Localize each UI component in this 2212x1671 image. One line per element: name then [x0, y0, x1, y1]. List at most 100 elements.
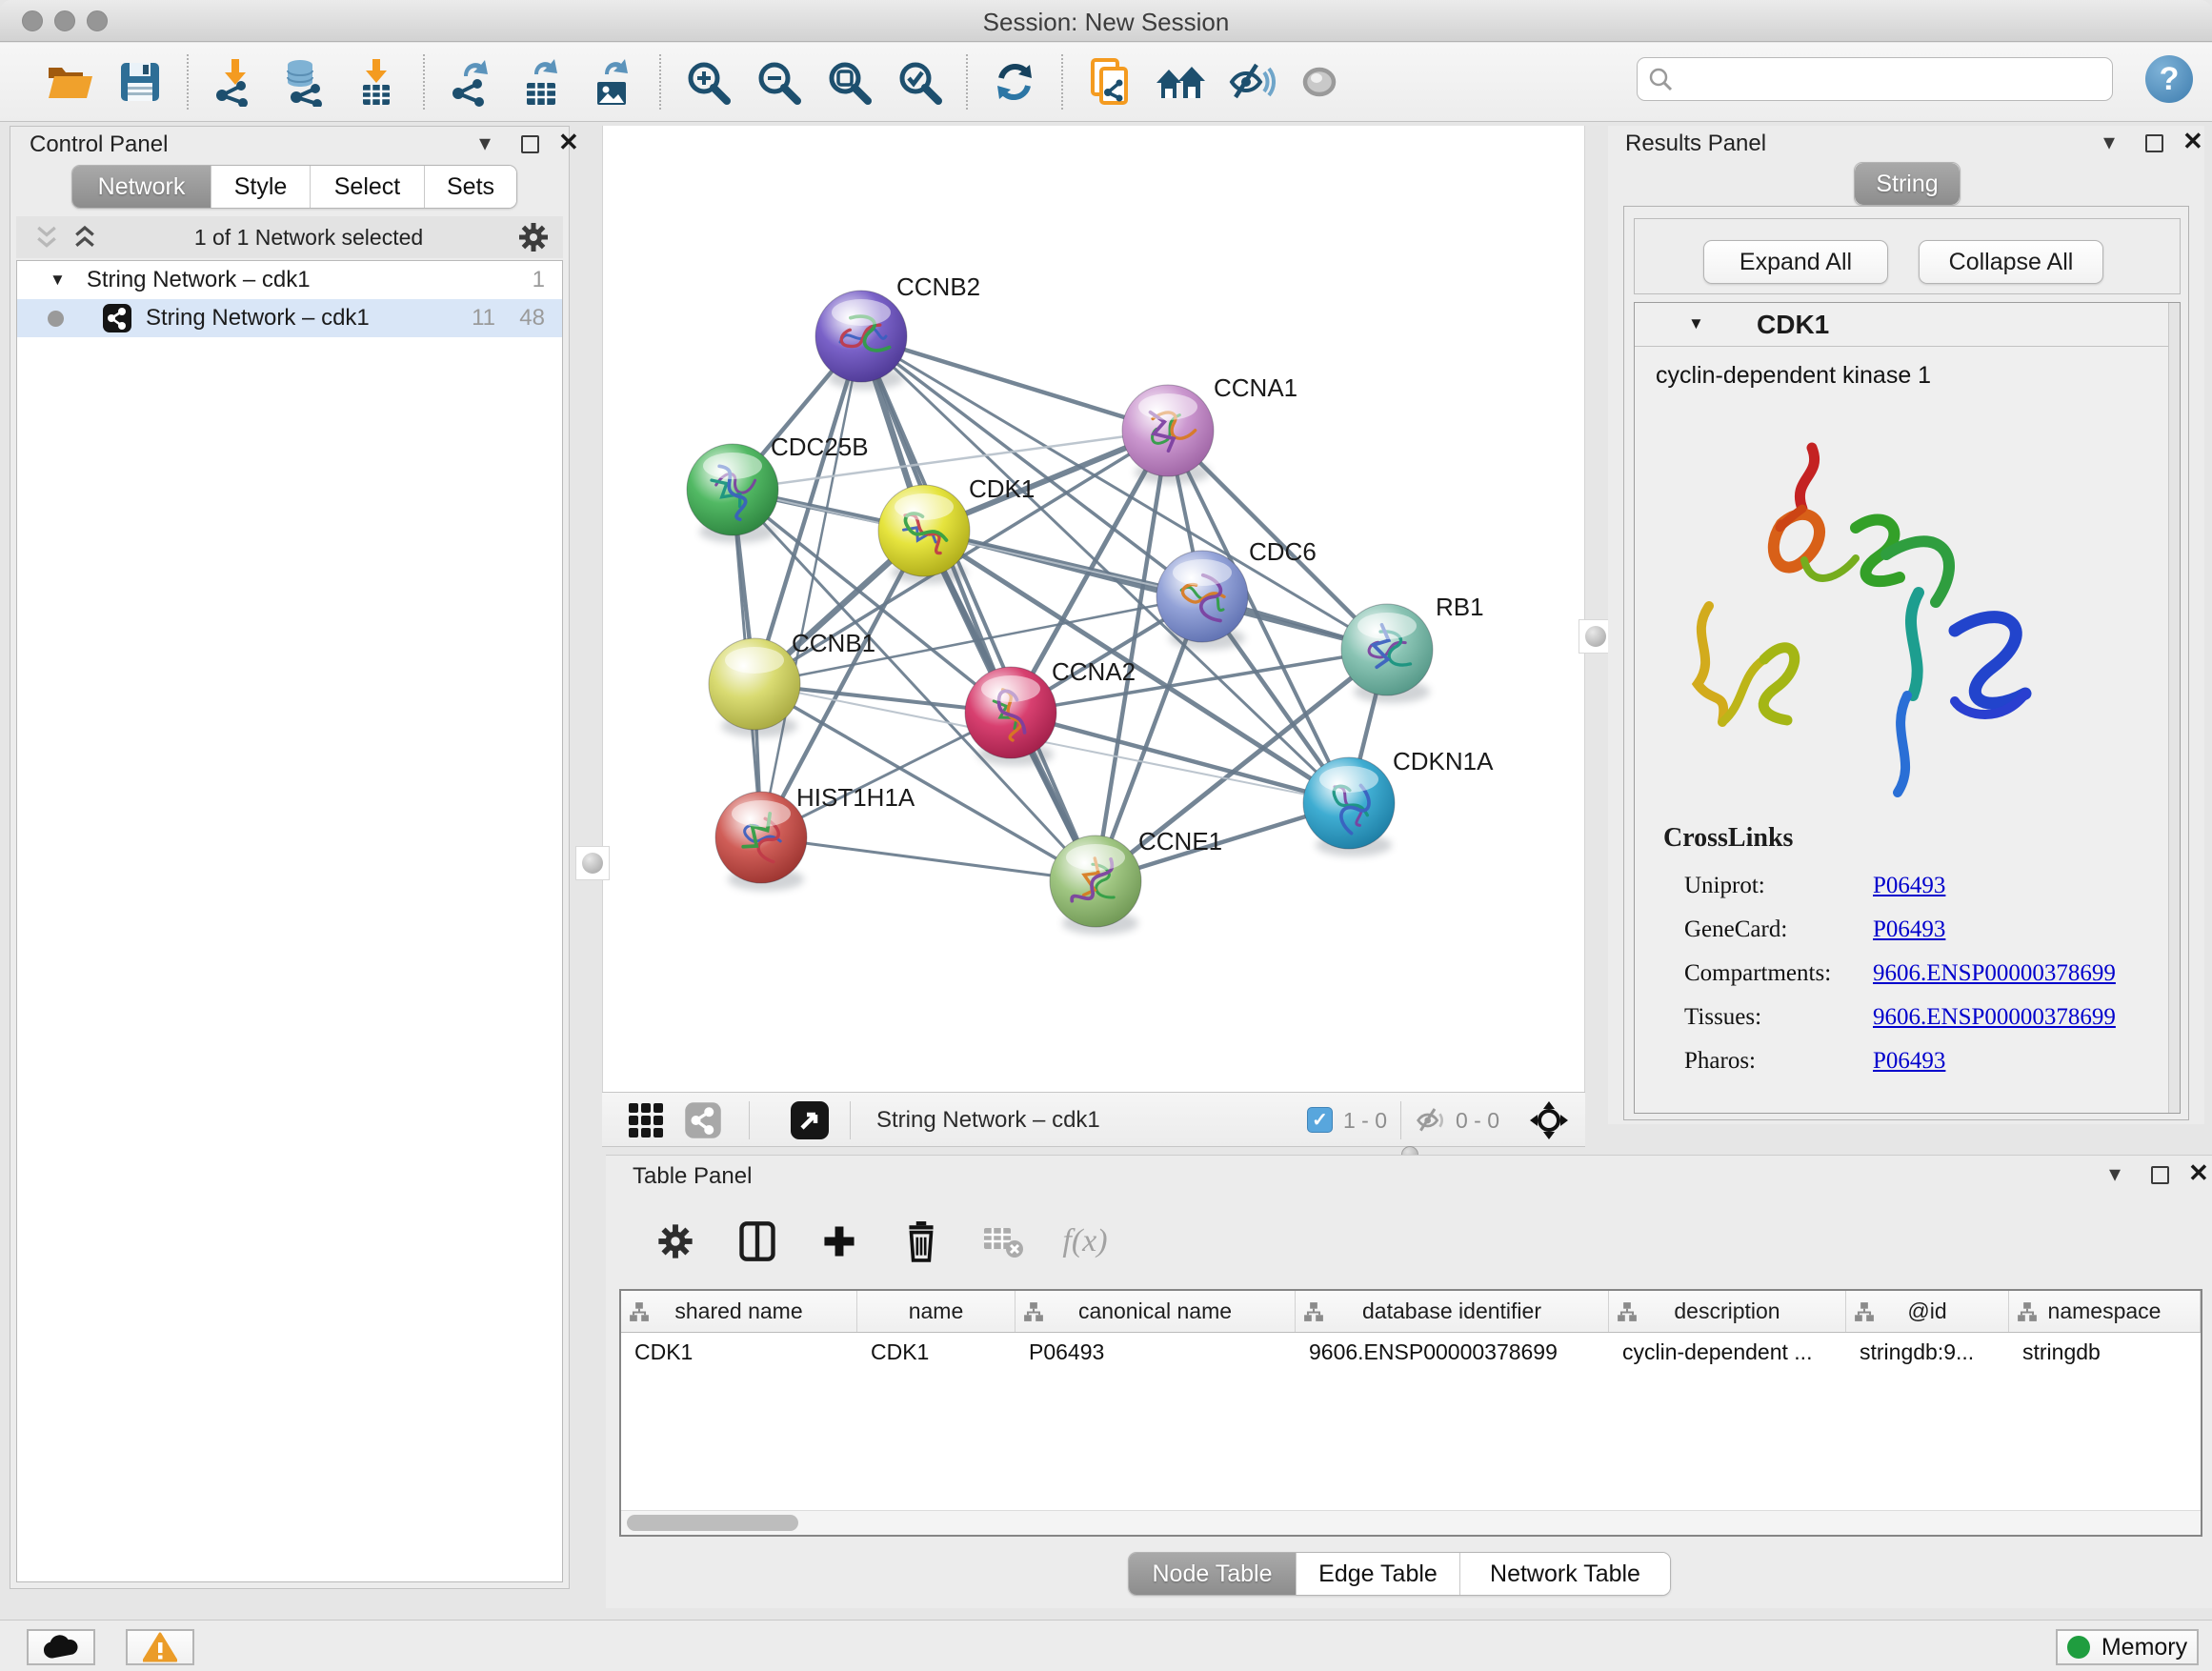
control-panel-menu-icon[interactable]: ▾ [479, 132, 491, 155]
tab-style[interactable]: Style [211, 166, 311, 208]
table-panel-menu-icon[interactable]: ▾ [2109, 1163, 2121, 1186]
table-cell[interactable]: CDK1 [857, 1333, 1016, 1371]
table-row[interactable]: CDK1CDK1P064939606.ENSP00000378699cyclin… [621, 1333, 2201, 1371]
column-header-description[interactable]: description [1609, 1291, 1846, 1332]
delete-table-icon[interactable] [975, 1214, 1031, 1269]
control-panel-close-icon[interactable]: ✕ [558, 131, 579, 153]
tab-string[interactable]: String [1855, 163, 1960, 205]
delete-column-trash-icon[interactable] [894, 1214, 949, 1269]
column-header-shared-name[interactable]: shared name [621, 1291, 857, 1332]
network-edge[interactable] [861, 336, 1168, 431]
zoom-in-icon[interactable] [680, 54, 735, 110]
save-session-icon[interactable] [112, 54, 168, 110]
import-network-from-file-icon[interactable] [208, 54, 263, 110]
show-column-icon[interactable] [730, 1214, 785, 1269]
results-panel-title: Results Panel [1625, 131, 1766, 157]
column-header-canonical-name[interactable]: canonical name [1016, 1291, 1296, 1332]
crosslink-row: Pharos:P06493 [1635, 1040, 2180, 1084]
export-table-icon[interactable] [514, 54, 570, 110]
refresh-layout-icon[interactable] [987, 54, 1042, 110]
column-header-name[interactable]: name [857, 1291, 1016, 1332]
network-node-count: 11 [472, 305, 495, 332]
column-header-namespace[interactable]: namespace [2009, 1291, 2201, 1332]
export-image-icon[interactable] [585, 54, 640, 110]
protein-expander-icon[interactable]: ▼ [1688, 314, 1704, 333]
collapse-all-button[interactable]: Collapse All [1919, 240, 2103, 284]
table-panel-close-icon[interactable]: ✕ [2188, 1161, 2209, 1184]
table-cell[interactable]: 9606.ENSP00000378699 [1296, 1333, 1609, 1371]
crosslink-link[interactable]: P06493 [1873, 916, 1945, 943]
toolbar-separator [1061, 54, 1063, 110]
tab-edge-table[interactable]: Edge Table [1297, 1553, 1460, 1595]
crosslink-link[interactable]: P06493 [1873, 873, 1945, 899]
network-row-selected[interactable]: String Network – cdk1 11 48 [17, 299, 562, 337]
search-input[interactable] [1674, 66, 2093, 92]
tab-sets[interactable]: Sets [425, 166, 516, 208]
show-results-eye-icon[interactable] [1294, 54, 1349, 110]
crosslink-link[interactable]: 9606.ENSP00000378699 [1873, 960, 2116, 987]
network-edge[interactable] [761, 336, 861, 837]
tab-select[interactable]: Select [311, 166, 425, 208]
column-header--id[interactable]: @id [1846, 1291, 2009, 1332]
control-panel-float-icon[interactable] [521, 135, 539, 158]
grid-view-icon[interactable] [627, 1101, 665, 1139]
node-label: RB1 [1436, 593, 1484, 621]
crosslink-label: Compartments: [1684, 960, 1831, 987]
protein-card-header[interactable]: ▼ CDK1 [1635, 303, 2180, 347]
global-search-box[interactable] [1637, 57, 2113, 101]
table-cell[interactable]: stringdb [2009, 1333, 2201, 1371]
open-in-window-icon[interactable] [789, 1099, 831, 1141]
warnings-button[interactable] [126, 1629, 194, 1665]
network-canvas[interactable]: CCNB2CCNA1CDC25BCDK1CDC6RB1CCNB1CCNA2CDK… [602, 126, 1585, 1092]
fit-content-crosshair-icon[interactable] [1528, 1099, 1570, 1141]
column-header-label: name [909, 1299, 964, 1324]
scrollbar-thumb[interactable] [627, 1515, 798, 1531]
string-home-icon[interactable] [1153, 54, 1208, 110]
results-panel-close-icon[interactable]: ✕ [2182, 130, 2203, 152]
node-label: CCNA2 [1052, 657, 1136, 686]
crosslink-link[interactable]: 9606.ENSP00000378699 [1873, 1004, 2116, 1031]
help-icon[interactable]: ? [2145, 55, 2193, 103]
cloud-button[interactable] [27, 1629, 95, 1665]
function-builder-icon[interactable]: f(x) [1057, 1214, 1113, 1269]
import-table-from-file-icon[interactable] [349, 54, 404, 110]
table-cell[interactable]: cyclin-dependent ... [1609, 1333, 1846, 1371]
zoom-out-icon[interactable] [751, 54, 806, 110]
network-options-gear-icon[interactable] [517, 221, 550, 253]
collapse-all-icon[interactable] [31, 223, 62, 252]
open-session-icon[interactable] [42, 54, 97, 110]
selected-indicator-checkbox[interactable]: ✓ [1307, 1107, 1333, 1133]
zoom-selected-icon[interactable] [892, 54, 947, 110]
network-edge[interactable] [1011, 713, 1349, 803]
results-panel-float-icon[interactable] [2145, 134, 2163, 157]
table-cell[interactable]: P06493 [1016, 1333, 1296, 1371]
tab-network[interactable]: Network [72, 166, 211, 208]
export-network-icon[interactable] [444, 54, 499, 110]
table-panel-float-icon[interactable] [2151, 1166, 2169, 1189]
memory-button[interactable]: Memory [2056, 1629, 2199, 1665]
left-splitter-handle[interactable] [575, 846, 610, 880]
table-cell[interactable]: CDK1 [621, 1333, 857, 1371]
share-document-icon[interactable] [1082, 54, 1137, 110]
collection-expander-icon[interactable]: ▼ [50, 271, 66, 290]
network-badge-gray-icon[interactable] [684, 1101, 722, 1139]
import-network-from-database-icon[interactable] [278, 54, 333, 110]
tab-node-table[interactable]: Node Table [1129, 1553, 1297, 1595]
results-panel-menu-icon[interactable]: ▾ [2103, 131, 2115, 154]
network-edge[interactable] [761, 837, 1096, 881]
network-collection-row[interactable]: ▼ String Network – cdk1 1 [17, 261, 562, 299]
table-horizontal-scrollbar[interactable] [621, 1510, 2201, 1535]
results-scrollbar[interactable] [2168, 303, 2180, 1113]
table-type-tabs: Node Table Edge Table Network Table [1128, 1552, 1671, 1596]
zoom-fit-icon[interactable] [821, 54, 876, 110]
expand-all-button[interactable]: Expand All [1703, 240, 1888, 284]
hide-results-eye-slash-icon[interactable] [1223, 54, 1278, 110]
tab-network-table[interactable]: Network Table [1460, 1553, 1670, 1595]
table-cell[interactable]: stringdb:9... [1846, 1333, 2009, 1371]
create-column-plus-icon[interactable] [812, 1214, 867, 1269]
crosslink-link[interactable]: P06493 [1873, 1048, 1945, 1075]
expand-all-icon[interactable] [70, 223, 100, 252]
column-header-database-identifier[interactable]: database identifier [1296, 1291, 1609, 1332]
network-graph[interactable]: CCNB2CCNA1CDC25BCDK1CDC6RB1CCNB1CCNA2CDK… [603, 126, 1584, 1090]
table-settings-gear-icon[interactable] [648, 1214, 703, 1269]
